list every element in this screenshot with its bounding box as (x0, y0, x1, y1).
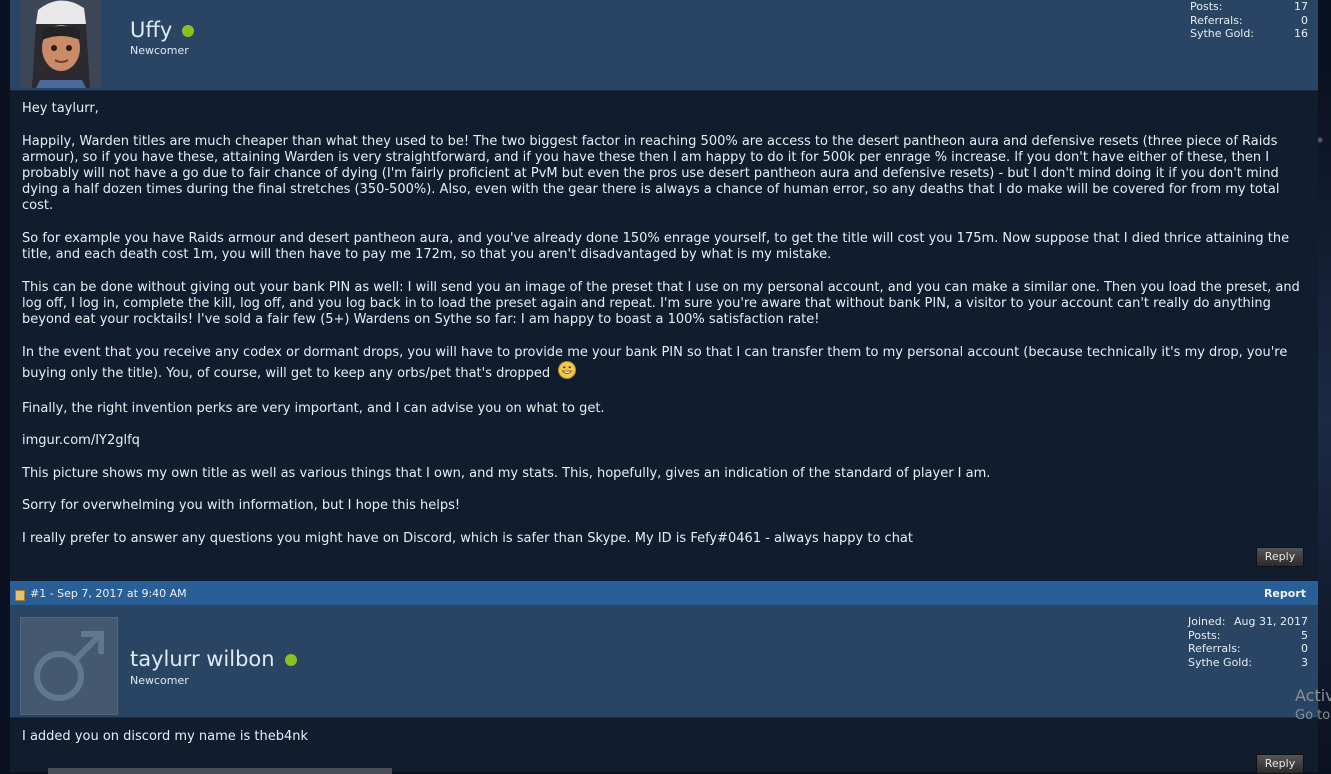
post-meta-bar: #1 - Sep 7, 2017 at 9:40 AM Report (10, 581, 1318, 605)
grin-smiley-icon (558, 361, 577, 384)
stat-row: Referrals: 0 (1190, 14, 1308, 28)
activate-text: Activ (1295, 686, 1331, 705)
stat-label: Joined: (1188, 615, 1226, 628)
avatar[interactable] (20, 617, 118, 715)
report-link[interactable]: Report (1264, 587, 1306, 600)
username[interactable]: Uffy (130, 18, 195, 42)
post-link[interactable]: imgur.com/IY2glfq (22, 433, 1302, 449)
avatar[interactable] (20, 0, 101, 88)
online-status-icon (284, 654, 297, 666)
stat-value: Aug 31, 2017 (1234, 615, 1308, 628)
stat-row: Sythe Gold: 3 (1188, 656, 1308, 670)
online-status-icon (182, 25, 195, 37)
post-message: Hey taylurr, Happily, Warden titles are … (22, 101, 1302, 564)
post-paragraph: Happily, Warden titles are much cheaper … (22, 133, 1280, 214)
stat-label: Sythe Gold: (1190, 27, 1255, 40)
stat-value: 3 (1301, 655, 1308, 669)
stat-row: Referrals: 0 (1188, 642, 1308, 656)
reply-button[interactable]: Reply (1256, 547, 1304, 567)
post-paragraph: This picture shows my own title as well … (22, 465, 991, 481)
post-user-header: taylurr wilbon Newcomer Joined: Aug 31, 2… (10, 605, 1318, 718)
post-body: Hey taylurr, Happily, Warden titles are … (10, 91, 1318, 581)
post-paragraph: Finally, the right invention perks are v… (22, 400, 605, 416)
post-paragraph: So for example you have Raids armour and… (22, 231, 1290, 263)
reply-button[interactable]: Reply (1256, 754, 1304, 774)
stat-label: Posts: (1188, 628, 1221, 642)
thread-posts: Uffy Newcomer Posts: 17 Referrals: 0 Sythe… (10, 0, 1318, 774)
stat-row: Posts: 17 (1190, 0, 1308, 14)
stat-row: Joined: Aug 31, 2017 (1188, 615, 1308, 629)
post-paragraph: Hey taylurr, (22, 101, 99, 116)
post-paragraph: This can be done without giving out your… (22, 279, 1300, 328)
post-paragraph: In the event that you receive any codex … (22, 345, 1302, 384)
stat-value: 0 (1301, 642, 1308, 655)
post-paragraph-text: In the event that you receive any codex … (22, 344, 1288, 381)
stat-label: Referrals: (1190, 13, 1243, 27)
post-paragraph: Sorry for overwhelming you with informat… (22, 498, 461, 514)
windows-activation-watermark: Activ Go to (1295, 686, 1331, 726)
post-user-header: Uffy Newcomer Posts: 17 Referrals: 0 Sythe… (10, 0, 1318, 91)
user-stats: Posts: 17 Referrals: 0 Sythe Gold: 16 (1190, 0, 1308, 41)
post-paragraph: I really prefer to answer any questions … (22, 530, 913, 546)
stat-label: Sythe Gold: (1188, 655, 1253, 669)
username-text[interactable]: taylurr wilbon (130, 647, 275, 671)
stat-row: Sythe Gold: 16 (1190, 27, 1308, 41)
stat-value: 0 (1301, 13, 1308, 27)
stat-value: 17 (1294, 0, 1308, 13)
stat-label: Referrals: (1188, 642, 1241, 655)
post-permalink[interactable]: #1 - Sep 7, 2017 at 9:40 AM (30, 587, 187, 600)
user-rank: Newcomer (130, 674, 189, 687)
post-message: I added you on discord my name is theb4n… (22, 729, 309, 744)
user-stats: Joined: Aug 31, 2017 Posts: 5 Referrals: 0 … (1188, 615, 1308, 669)
username[interactable]: taylurr wilbon (130, 647, 297, 671)
stat-value: 5 (1301, 628, 1308, 642)
post-body: I added you on discord my name is theb4n… (10, 718, 1318, 774)
stat-label: Posts: (1190, 0, 1223, 13)
user-rank: Newcomer (130, 44, 189, 57)
goto-text: Go to (1295, 708, 1331, 723)
avatar-image (20, 0, 101, 88)
stat-value: 16 (1294, 27, 1308, 40)
male-symbol-icon (34, 631, 104, 701)
scrollbar[interactable] (48, 768, 392, 774)
username-text[interactable]: Uffy (130, 18, 172, 42)
stat-row: Posts: 5 (1188, 629, 1308, 643)
post-icon (15, 590, 25, 601)
